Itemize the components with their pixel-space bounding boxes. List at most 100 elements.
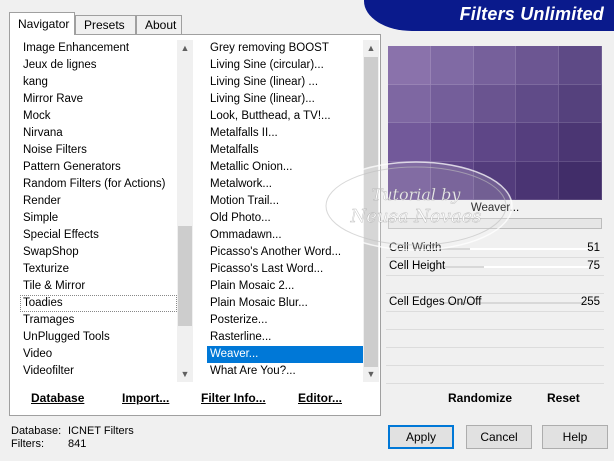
filter-item[interactable]: Metalfalls — [207, 142, 363, 159]
filter-info-button[interactable]: Filter Info... — [201, 391, 266, 405]
help-button[interactable]: Help — [542, 425, 608, 449]
cancel-button[interactable]: Cancel — [466, 425, 532, 449]
preview-cell — [516, 84, 560, 123]
filter-scrollbar[interactable]: ▲ ▼ — [363, 40, 379, 382]
category-item[interactable]: SwapShop — [20, 244, 177, 261]
param-row[interactable]: Cell Width 51 — [386, 240, 604, 258]
param-name: Cell Width — [389, 242, 442, 254]
preview-cell — [388, 84, 431, 123]
param-row-empty — [386, 276, 604, 294]
category-item[interactable]: Video — [20, 346, 177, 363]
progress-bar — [388, 218, 602, 229]
filter-item[interactable]: Grey removing BOOST — [207, 40, 363, 57]
param-slider[interactable] — [440, 266, 590, 268]
scroll-thumb[interactable] — [178, 226, 192, 326]
reset-button[interactable]: Reset — [547, 391, 580, 405]
preview-cell — [388, 161, 431, 200]
preview-cell — [559, 123, 602, 162]
scroll-up-arrow-icon[interactable]: ▲ — [177, 40, 193, 56]
filter-item[interactable]: Motion Trail... — [207, 193, 363, 210]
param-row-empty — [386, 312, 604, 330]
preview-cell — [516, 123, 560, 162]
filter-item[interactable]: Living Sine (linear)... — [207, 91, 363, 108]
preview-cell — [473, 161, 517, 200]
param-row-empty — [386, 330, 604, 348]
tab-navigator[interactable]: Navigator — [9, 12, 75, 35]
param-value: 255 — [580, 296, 600, 308]
category-item[interactable]: Tile & Mirror — [20, 278, 177, 295]
preview-cell — [430, 46, 474, 85]
filter-preview — [388, 46, 602, 200]
param-row[interactable]: Cell Height 75 — [386, 258, 604, 276]
param-slider-fill — [440, 248, 470, 250]
category-list[interactable]: Image Enhancement Jeux de lignes kang Mirro… — [20, 40, 177, 382]
scroll-down-arrow-icon[interactable]: ▼ — [363, 366, 379, 382]
filter-item[interactable]: Ommadawn... — [207, 227, 363, 244]
preview-cell — [559, 84, 602, 123]
category-item[interactable]: Toadies — [20, 295, 177, 312]
preview-cell — [430, 161, 474, 200]
title-banner: Filters Unlimited — [364, 0, 614, 31]
filter-list[interactable]: Grey removing BOOST Living Sine (circular… — [207, 40, 363, 382]
scroll-thumb[interactable] — [364, 57, 378, 367]
category-item[interactable]: UnPlugged Tools — [20, 329, 177, 346]
category-item[interactable]: Simple — [20, 210, 177, 227]
category-item[interactable]: Texturize — [20, 261, 177, 278]
preview-cell — [388, 46, 431, 85]
filter-item[interactable]: Plain Mosaic Blur... — [207, 295, 363, 312]
category-item[interactable]: Videofilter — [20, 363, 177, 380]
filter-item[interactable]: Picasso's Another Word... — [207, 244, 363, 261]
filter-item[interactable]: Plain Mosaic 2... — [207, 278, 363, 295]
param-name: Cell Height — [389, 260, 446, 272]
category-item[interactable]: Jeux de lignes — [20, 57, 177, 74]
filter-item[interactable]: Old Photo... — [207, 210, 363, 227]
database-value: ICNET Filters — [68, 425, 134, 437]
filter-item[interactable]: Picasso's Last Word... — [207, 261, 363, 278]
import-button[interactable]: Import... — [122, 391, 169, 405]
apply-button[interactable]: Apply — [388, 425, 454, 449]
category-item[interactable]: Mock — [20, 108, 177, 125]
param-name: Cell Edges On/Off — [389, 296, 482, 308]
category-item[interactable]: Random Filters (for Actions) — [20, 176, 177, 193]
tab-about[interactable]: About — [136, 15, 182, 34]
filter-item[interactable]: What Are You?... — [207, 363, 363, 380]
filter-item[interactable]: Weaver... — [207, 346, 363, 363]
category-item[interactable]: Tramages — [20, 312, 177, 329]
preview-cell — [559, 46, 602, 85]
filter-item[interactable]: Living Sine (linear) ... — [207, 74, 363, 91]
category-item[interactable]: Noise Filters — [20, 142, 177, 159]
filter-item[interactable]: Metalfalls II... — [207, 125, 363, 142]
preview-cell — [430, 123, 474, 162]
filter-item[interactable]: Look, Butthead, a TV!... — [207, 108, 363, 125]
category-item[interactable]: Mirror Rave — [20, 91, 177, 108]
filters-label: Filters: — [11, 438, 44, 450]
filters-unlimited-window: Filters Unlimited Navigator Presets Abou… — [0, 0, 614, 461]
category-item[interactable]: kang — [20, 74, 177, 91]
parameter-panel: Cell Width 51 Cell Height 75 Cell Edges On/O… — [386, 236, 604, 408]
randomize-button[interactable]: Randomize — [448, 391, 512, 405]
category-item[interactable]: Pattern Generators — [20, 159, 177, 176]
preview-cell — [430, 84, 474, 123]
tab-presets[interactable]: Presets — [75, 15, 136, 34]
editor-button[interactable]: Editor... — [298, 391, 342, 405]
category-item[interactable]: Nirvana — [20, 125, 177, 142]
preview-filter-name: Weaver... — [388, 201, 602, 216]
category-item[interactable]: Image Enhancement — [20, 40, 177, 57]
filter-item[interactable]: Posterize... — [207, 312, 363, 329]
scroll-down-arrow-icon[interactable]: ▼ — [177, 366, 193, 382]
param-value: 51 — [587, 242, 600, 254]
filter-item[interactable]: Metallic Onion... — [207, 159, 363, 176]
param-row-empty — [386, 348, 604, 366]
preview-cell — [559, 161, 602, 200]
filter-item[interactable]: Rasterline... — [207, 329, 363, 346]
category-item[interactable]: Render — [20, 193, 177, 210]
scroll-up-arrow-icon[interactable]: ▲ — [363, 40, 379, 56]
filter-item[interactable]: Living Sine (circular)... — [207, 57, 363, 74]
param-slider-fill — [440, 266, 484, 268]
category-item[interactable]: Special Effects — [20, 227, 177, 244]
category-scrollbar[interactable]: ▲ ▼ — [177, 40, 193, 382]
param-slider[interactable] — [440, 248, 590, 250]
param-row[interactable]: Cell Edges On/Off 255 — [386, 294, 604, 312]
filter-item[interactable]: Metalwork... — [207, 176, 363, 193]
database-button[interactable]: Database — [31, 391, 84, 405]
